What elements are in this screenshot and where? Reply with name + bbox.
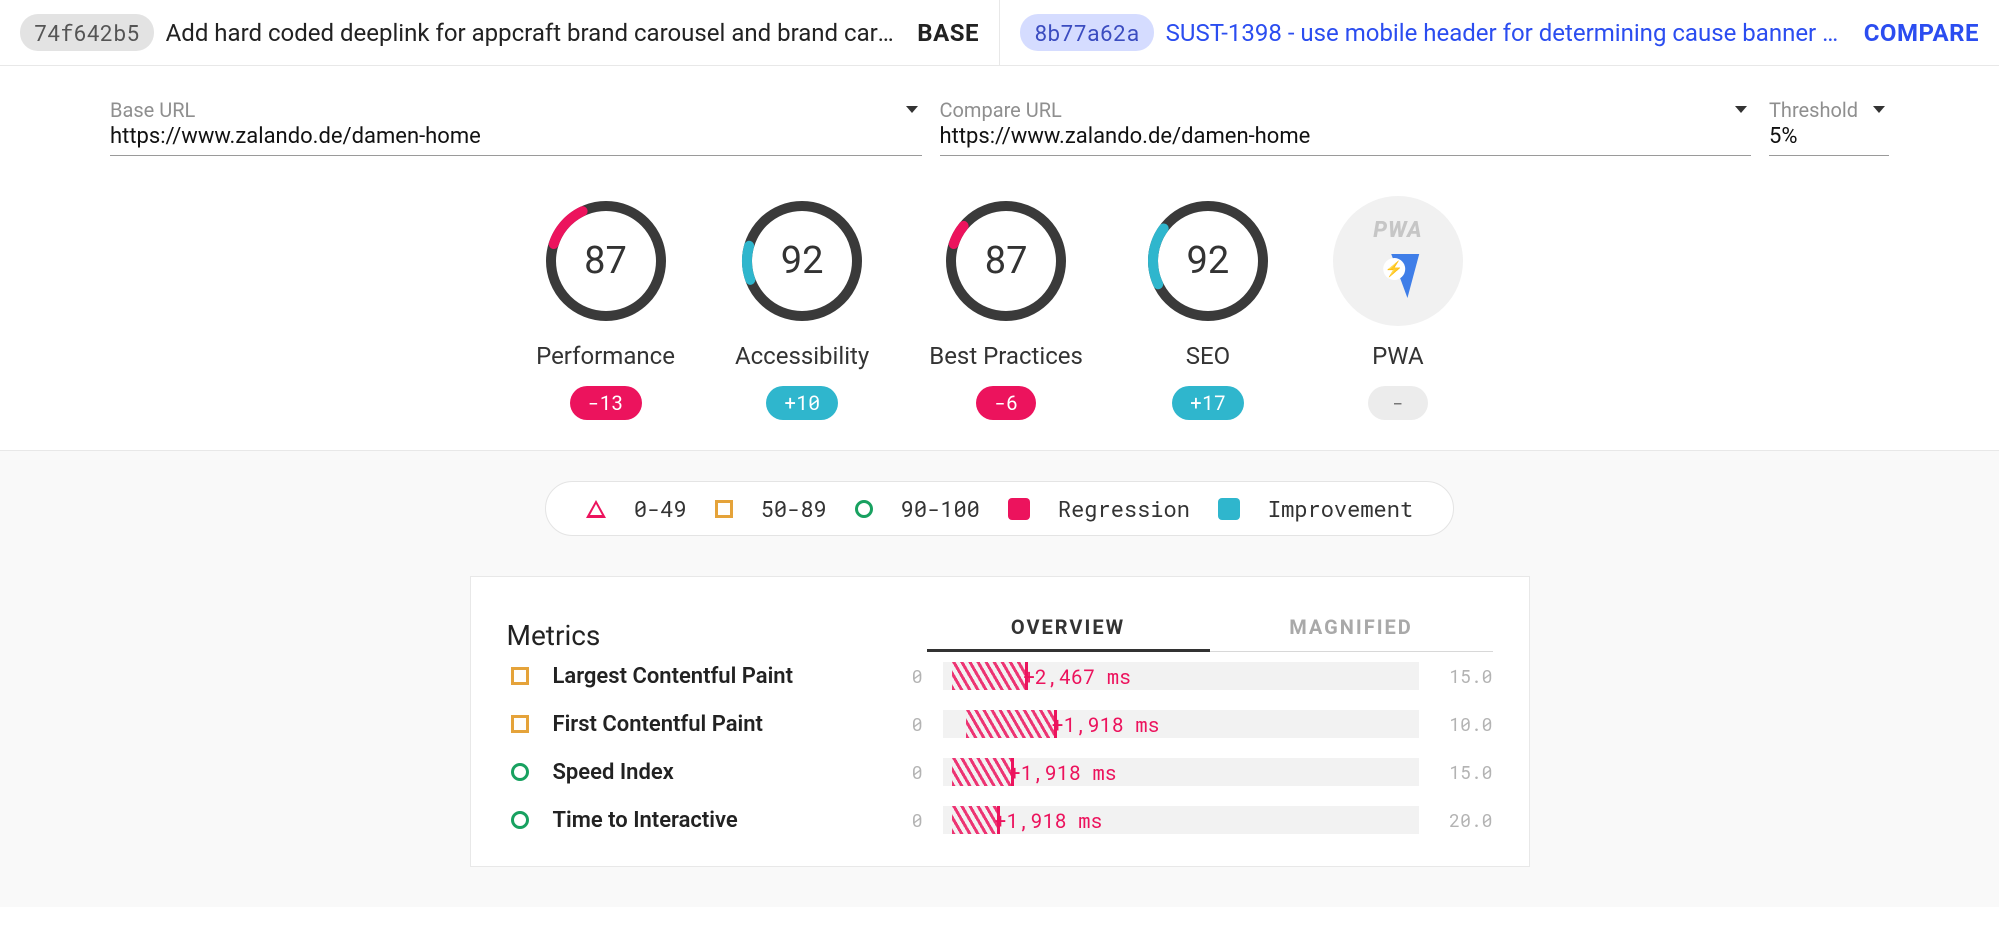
gauges-row: 87 Performance -13 92 Accessibility +10 … — [0, 166, 1999, 450]
metric-delta: +1,918 ms — [1009, 760, 1117, 786]
compare-tag: COMPARE — [1864, 19, 1979, 47]
gauge-score: 92 — [737, 196, 867, 326]
gauge-label: Accessibility — [735, 342, 869, 370]
metric-min: 0 — [903, 808, 923, 832]
compare-url-label: Compare URL — [940, 98, 1752, 122]
compare-url-field[interactable]: Compare URL https://www.zalando.de/damen… — [940, 98, 1752, 156]
chevron-down-icon[interactable] — [906, 106, 918, 113]
base-commit-message: Add hard coded deeplink for appcraft bra… — [166, 19, 906, 47]
metric-name: Time to Interactive — [553, 808, 883, 833]
metrics-tabs: OVERVIEW MAGNIFIED — [927, 605, 1493, 652]
metric-name: Speed Index — [553, 760, 883, 785]
gauge-pwa[interactable]: PWA ⚡ PWA - — [1333, 196, 1463, 420]
circle-icon — [855, 500, 873, 518]
gauge-delta: +10 — [766, 386, 838, 420]
compare-commit-message[interactable]: SUST-1398 - use mobile header for determ… — [1166, 19, 1852, 47]
gauge-ring: 92 — [737, 196, 867, 326]
gauge-score: 87 — [541, 196, 671, 326]
metric-max: 20.0 — [1439, 808, 1493, 832]
regression-swatch — [1008, 498, 1030, 520]
circle-icon — [507, 811, 533, 829]
gauge-performance[interactable]: 87 Performance -13 — [536, 196, 675, 420]
base-tag: BASE — [917, 19, 979, 47]
legend-area: 0-49 50-89 90-100 Regression Improvement… — [0, 450, 1999, 907]
gauge-label: Performance — [536, 342, 675, 370]
tab-magnified[interactable]: MAGNIFIED — [1210, 605, 1493, 651]
gauge-best-practices[interactable]: 87 Best Practices -6 — [929, 196, 1083, 420]
metric-delta: +1,918 ms — [994, 808, 1102, 834]
gauge-seo[interactable]: 92 SEO +17 — [1143, 196, 1273, 420]
gauge-label: Best Practices — [929, 342, 1083, 370]
base-url-value: https://www.zalando.de/damen-home — [110, 124, 481, 149]
gauge-delta: -6 — [976, 386, 1036, 420]
metric-min: 0 — [903, 712, 923, 736]
metric-name: First Contentful Paint — [553, 712, 883, 737]
gauge-ring: 87 — [941, 196, 1071, 326]
base-url-field[interactable]: Base URL https://www.zalando.de/damen-ho… — [110, 98, 922, 156]
metric-max: 10.0 — [1439, 712, 1493, 736]
legend-improvement: Improvement — [1268, 494, 1413, 523]
gauge-delta: -13 — [570, 386, 642, 420]
compare-commit: 8b77a62a SUST-1398 - use mobile header f… — [1000, 0, 1999, 65]
pwa-text-icon: PWA — [1373, 218, 1422, 243]
gauge-label: PWA — [1372, 342, 1424, 370]
metric-delta: +2,467 ms — [1023, 664, 1131, 690]
threshold-field[interactable]: Threshold 5% — [1769, 98, 1889, 156]
compare-hash[interactable]: 8b77a62a — [1020, 14, 1154, 51]
metric-bar: +1,918 ms — [943, 758, 1419, 786]
square-icon — [715, 500, 733, 518]
metric-bar: +1,918 ms — [943, 710, 1419, 738]
metric-bar: +1,918 ms — [943, 806, 1419, 834]
metric-row[interactable]: Time to Interactive 0 +1,918 ms 20.0 — [507, 796, 1493, 844]
metric-row[interactable]: Speed Index 0 +1,918 ms 15.0 — [507, 748, 1493, 796]
chevron-down-icon[interactable] — [1873, 106, 1885, 113]
square-icon — [507, 715, 533, 733]
metric-min: 0 — [903, 664, 923, 688]
metrics-card: Metrics OVERVIEW MAGNIFIED Largest Conte… — [470, 576, 1530, 867]
metric-max: 15.0 — [1439, 664, 1493, 688]
gauge-score: 87 — [941, 196, 1071, 326]
metric-delta: +1,918 ms — [1052, 712, 1160, 738]
base-commit: 74f642b5 Add hard coded deeplink for app… — [0, 0, 1000, 65]
triangle-icon — [586, 500, 606, 518]
tab-overview[interactable]: OVERVIEW — [927, 605, 1210, 652]
gauge-label: SEO — [1186, 342, 1230, 370]
gauge-delta: - — [1368, 386, 1428, 420]
pwa-bolt-icon: ⚡ — [1377, 254, 1419, 308]
pwa-badge: PWA ⚡ — [1333, 196, 1463, 326]
legend-range-mid: 50-89 — [761, 494, 827, 523]
base-url-label: Base URL — [110, 98, 922, 122]
gauge-accessibility[interactable]: 92 Accessibility +10 — [735, 196, 869, 420]
gauge-delta: +17 — [1172, 386, 1244, 420]
legend-range-bad: 0-49 — [634, 494, 687, 523]
legend: 0-49 50-89 90-100 Regression Improvement — [545, 481, 1454, 536]
gauge-ring: 87 — [541, 196, 671, 326]
legend-range-good: 90-100 — [901, 494, 980, 523]
square-icon — [507, 667, 533, 685]
gauge-ring: 92 — [1143, 196, 1273, 326]
threshold-label: Threshold — [1769, 98, 1889, 122]
improvement-swatch — [1218, 498, 1240, 520]
chevron-down-icon[interactable] — [1735, 106, 1747, 113]
circle-icon — [507, 763, 533, 781]
base-hash[interactable]: 74f642b5 — [20, 14, 154, 51]
metric-row[interactable]: First Contentful Paint 0 +1,918 ms 10.0 — [507, 700, 1493, 748]
gauge-score: 92 — [1143, 196, 1273, 326]
url-row: Base URL https://www.zalando.de/damen-ho… — [0, 66, 1999, 166]
metric-min: 0 — [903, 760, 923, 784]
metric-name: Largest Contentful Paint — [553, 664, 883, 689]
threshold-value: 5% — [1769, 124, 1797, 149]
metric-bar: +2,467 ms — [943, 662, 1419, 690]
compare-url-value: https://www.zalando.de/damen-home — [940, 124, 1311, 149]
legend-regression: Regression — [1058, 494, 1190, 523]
commit-bar: 74f642b5 Add hard coded deeplink for app… — [0, 0, 1999, 66]
metrics-title: Metrics — [507, 619, 927, 652]
metric-row[interactable]: Largest Contentful Paint 0 +2,467 ms 15.… — [507, 652, 1493, 700]
metric-max: 15.0 — [1439, 760, 1493, 784]
